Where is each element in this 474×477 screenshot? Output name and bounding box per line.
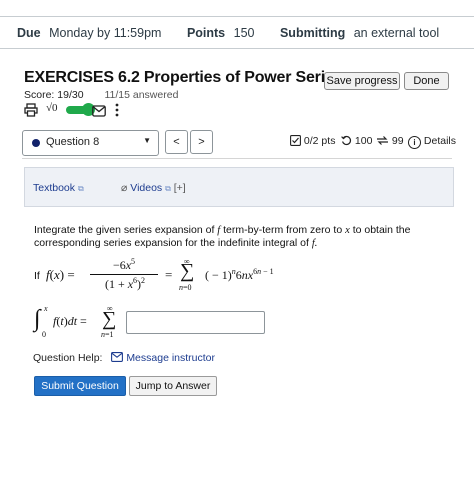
sqrt-label: √0 <box>46 102 58 114</box>
series-term: ( − 1)n6nx6n − 1 <box>205 267 274 282</box>
equals-sign: = <box>165 267 173 282</box>
previous-question-button[interactable]: < <box>165 130 188 154</box>
question-status-dot-icon <box>32 139 40 147</box>
details-label: Details <box>423 135 457 147</box>
envelope-icon <box>111 352 124 365</box>
if-label: If <box>34 270 40 282</box>
integral-equation: x ∫ 0 f(t)dt = ∞ ∑ n=1 <box>34 304 134 342</box>
instruction-text-2: term-by-term from zero to <box>223 224 343 236</box>
paperclip-icon: ⌀ <box>121 182 128 194</box>
integral-upper: x <box>44 304 48 313</box>
points-label: Points <box>186 26 226 40</box>
external-link-icon: ⧉ <box>165 184 171 193</box>
integral-lower: 0 <box>42 330 46 339</box>
attempts-status: 99 <box>376 135 404 149</box>
retry-icon <box>341 135 352 149</box>
submitting-label: Submitting <box>279 26 346 40</box>
x-symbol: x <box>345 225 350 236</box>
integrand: f(t)dt = <box>53 314 87 328</box>
points-status: 0/2 pts <box>290 135 335 149</box>
retries-status: 100 <box>341 135 372 149</box>
nav-divider <box>22 158 452 159</box>
sigma-icon: ∑ <box>180 260 195 282</box>
attempts-text: 99 <box>391 135 404 147</box>
answer-input[interactable] <box>126 311 265 334</box>
due-label: Due <box>17 26 41 40</box>
points-text: 0/2 pts <box>303 135 336 147</box>
done-button[interactable]: Done <box>404 72 449 90</box>
integral-sign-icon: ∫ <box>34 306 41 332</box>
points-value: 150 <box>233 26 255 40</box>
checkbox-icon <box>290 135 301 149</box>
exercise-title: EXERCISES 6.2 Properties of Power Series <box>24 69 343 86</box>
answered-count: 11/15 answered <box>104 89 179 101</box>
textbook-link[interactable]: Textbook ⧉ <box>33 182 84 194</box>
assignment-details: Due Monday by 11:59pm Points 150 Submitt… <box>17 26 439 40</box>
next-question-button[interactable]: > <box>190 130 213 154</box>
submit-question-button[interactable]: Submit Question <box>34 376 126 396</box>
videos-label: Videos <box>130 182 163 194</box>
resources-box: Textbook ⧉ ⌀ Videos ⧉ [+] <box>24 167 454 207</box>
sum-lower: n=0 <box>179 283 192 292</box>
denominator: (1 + x6)2 <box>104 276 146 291</box>
numerator: −6x5 <box>112 257 136 272</box>
videos-expand[interactable]: [+] <box>174 182 186 194</box>
videos-link[interactable]: ⌀ Videos ⧉ [+] <box>121 182 186 194</box>
message-instructor-label[interactable]: Message instructor <box>126 352 215 364</box>
due-value: Monday by 11:59pm <box>49 26 162 40</box>
f-symbol: f <box>217 225 221 236</box>
email-icon[interactable] <box>92 104 106 117</box>
more-options-icon[interactable] <box>114 103 120 117</box>
submitting-value: an external tool <box>353 26 440 40</box>
textbook-label: Textbook <box>33 182 76 194</box>
question-instruction: Integrate the given series expansion of … <box>34 224 434 250</box>
repeat-icon <box>376 135 389 149</box>
f-of-x: f(x) = <box>46 267 75 282</box>
question-help: Question Help: Message instructor <box>33 352 215 365</box>
score-line: Score: 19/30 11/15 answered <box>24 89 178 101</box>
chevron-down-icon: ▼ <box>143 136 151 145</box>
top-divider <box>0 16 474 17</box>
details-link[interactable]: i Details <box>408 135 456 149</box>
question-select[interactable]: Question 8 ▼ <box>22 130 159 156</box>
print-icon[interactable] <box>24 103 38 117</box>
retries-text: 100 <box>354 135 373 147</box>
info-icon: i <box>408 136 421 149</box>
question-select-value: Question 8 <box>46 136 100 148</box>
fraction-bar <box>90 274 158 275</box>
f-symbol-end: f. <box>311 238 318 249</box>
question-navigation: Question 8 ▼ < > 0/2 pts 100 99 i Detail… <box>22 130 456 156</box>
score-text: Score: 19/30 <box>24 89 84 101</box>
save-progress-button[interactable]: Save progress <box>324 72 400 90</box>
sigma-icon: ∑ <box>102 308 117 330</box>
message-instructor-link[interactable]: Message instructor <box>111 352 215 364</box>
sum-lower: n=1 <box>101 330 114 339</box>
series-equation: If f(x) = −6x5 (1 + x6)2 = ∞ ∑ n=0 ( − 1… <box>34 257 274 304</box>
question-help-label: Question Help: <box>33 352 103 364</box>
jump-to-answer-button[interactable]: Jump to Answer <box>129 376 217 396</box>
header-divider <box>0 48 474 49</box>
instruction-text-1: Integrate the given series expansion of <box>34 224 215 236</box>
external-link-icon: ⧉ <box>77 184 84 193</box>
